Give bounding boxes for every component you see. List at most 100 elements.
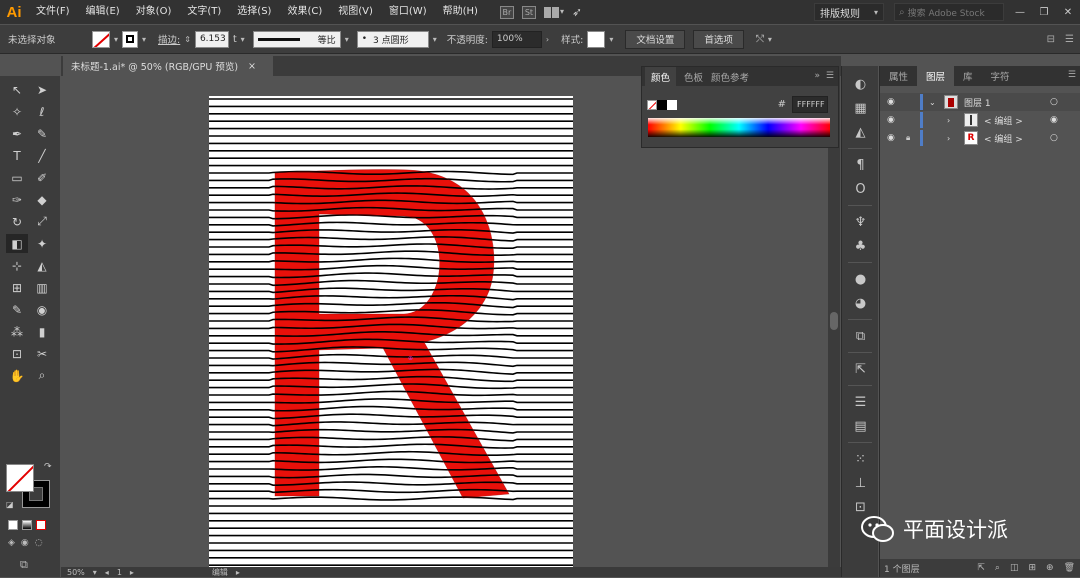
opentype-icon[interactable]: O — [842, 177, 879, 201]
menu-item[interactable]: 对象(O) — [128, 0, 180, 24]
expand-chevron-icon[interactable]: › — [947, 134, 950, 143]
zoom-tool-icon[interactable]: ⌕ — [31, 366, 53, 385]
close-button[interactable]: ✕ — [1056, 7, 1080, 18]
panel-menu-icon[interactable]: ☰ — [826, 71, 834, 81]
layer-row-group1[interactable]: ◉ › < 编组 > ◉ — [880, 111, 1080, 129]
shape-builder-tool-icon[interactable]: ◭ — [31, 256, 53, 275]
selection-tool-icon[interactable]: ↖ — [6, 80, 28, 99]
make-clip-mask-icon[interactable]: ◫ — [1010, 563, 1019, 573]
hex-input[interactable]: FFFFFF — [792, 96, 828, 113]
prev-page-icon[interactable]: ◂ — [105, 568, 109, 577]
group-name[interactable]: < 编组 > — [984, 114, 1023, 127]
opacity-input[interactable]: 100% — [491, 30, 542, 48]
align-panel-icon[interactable]: ☰ — [842, 390, 879, 414]
delete-layer-icon[interactable]: 🗑︎ — [1064, 563, 1075, 573]
preferences-button[interactable]: 首选项 — [693, 29, 744, 49]
layer-row-layer1[interactable]: ◉ ⌄ 图层 1 ○ — [880, 93, 1080, 111]
menu-item[interactable]: 选择(S) — [229, 0, 279, 24]
menu-item[interactable]: 文字(T) — [179, 0, 229, 24]
line-tool-icon[interactable]: ╱ — [31, 146, 53, 165]
color-spectrum[interactable] — [648, 118, 830, 137]
fill-color-box[interactable] — [6, 464, 34, 492]
status-mode[interactable]: 编辑 — [212, 567, 228, 578]
restore-button[interactable]: ❐ — [1032, 7, 1056, 18]
arrange-icon[interactable]: ⤲ — [756, 34, 764, 45]
minimize-button[interactable]: — — [1008, 7, 1032, 18]
stroke-icon[interactable]: ● — [842, 267, 879, 291]
stock-search-input[interactable]: ⌕ 搜索 Adobe Stock — [894, 3, 1004, 21]
gradient-tool-icon[interactable]: ▥ — [31, 278, 53, 297]
close-tab-icon[interactable]: × — [248, 61, 256, 72]
menu-item[interactable]: 效果(C) — [279, 0, 330, 24]
black-swatch[interactable] — [657, 99, 667, 110]
menu-item[interactable]: 编辑(E) — [78, 0, 128, 24]
paragraph-icon[interactable]: ¶ — [842, 153, 879, 177]
color-panel-icon[interactable]: ◐ — [842, 72, 879, 96]
rocket-icon[interactable]: ➶ — [572, 5, 582, 19]
scale-tool-icon[interactable]: ⤢ — [31, 212, 53, 231]
menu-item[interactable]: 文件(F) — [28, 0, 78, 24]
line-art-letter-r[interactable]: ⊕ — [209, 96, 573, 567]
stroke-weight-input[interactable]: 6.153 — [194, 30, 229, 48]
layer-row-group2[interactable]: ◉ 🔒︎ › R < 编组 > ○ — [880, 129, 1080, 147]
export-icon[interactable]: ⇱ — [842, 357, 879, 381]
collapse-chevron-icon[interactable]: ⌄ — [929, 98, 936, 107]
shaper-tool-icon[interactable]: ✑ — [6, 190, 28, 209]
stroke-label[interactable]: 描边: — [158, 32, 180, 46]
align-icon[interactable]: ⊟ — [1047, 34, 1055, 45]
status-arrow-icon[interactable]: ▸ — [236, 568, 240, 577]
panel-menu-icon[interactable]: ☰ — [1065, 34, 1074, 45]
lasso-tool-icon[interactable]: ℓ — [31, 102, 53, 121]
draw-normal-icon[interactable]: ◈ — [8, 538, 15, 548]
variable-width-profile[interactable]: 等比 — [252, 30, 341, 48]
brush-definition[interactable]: • 3 点圆形 — [356, 30, 429, 48]
slice-tool-icon[interactable]: ✂ — [31, 344, 53, 363]
new-layer-icon[interactable]: ⊕ — [1046, 563, 1054, 573]
group-name[interactable]: < 编组 > — [984, 132, 1023, 145]
symbol-sprayer-tool-icon[interactable]: ⁂ — [6, 322, 28, 341]
visibility-eye-icon[interactable]: ◉ — [887, 115, 895, 125]
eyedropper-tool-icon[interactable]: ✎ — [6, 300, 28, 319]
locate-object-icon[interactable]: ⌕ — [995, 563, 1000, 573]
layer-name[interactable]: 图层 1 — [964, 96, 991, 109]
pen-tool-icon[interactable]: ✒ — [6, 124, 28, 143]
column-graph-tool-icon[interactable]: ▮ — [31, 322, 53, 341]
visibility-eye-icon[interactable]: ◉ — [887, 133, 895, 143]
white-swatch[interactable] — [667, 99, 677, 110]
type-tool-icon[interactable]: T — [6, 146, 28, 165]
color-panel-tab[interactable]: 颜色参考 — [711, 70, 749, 84]
brushes-icon[interactable]: ♆ — [842, 210, 879, 234]
color-guide-icon[interactable]: ◭ — [842, 120, 879, 144]
rotate-tool-icon[interactable]: ↻ — [6, 212, 28, 231]
arrange-documents-icon[interactable]: ▾ — [543, 6, 564, 18]
visibility-eye-icon[interactable]: ◉ — [887, 97, 895, 107]
layers-panel-tab[interactable]: 库 — [954, 66, 982, 86]
fill-stroke-widget[interactable]: ↷ ◪ — [6, 462, 54, 512]
stock-icon[interactable]: St — [521, 5, 536, 19]
eraser-tool-icon[interactable]: ◆ — [31, 190, 53, 209]
menu-item[interactable]: 视图(V) — [330, 0, 381, 24]
rectangle-tool-icon[interactable]: ▭ — [6, 168, 28, 187]
menu-item[interactable]: 窗口(W) — [381, 0, 435, 24]
draw-behind-icon[interactable]: ◉ — [21, 538, 29, 548]
vertical-scrollbar[interactable] — [828, 76, 840, 567]
zoom-level[interactable]: 50% — [67, 568, 85, 577]
layers-panel-tab[interactable]: 图层 — [917, 66, 955, 86]
fill-swatch[interactable] — [92, 30, 110, 48]
screen-mode-icon[interactable]: ⧉ — [20, 558, 28, 572]
hand-tool-icon[interactable]: ✋ — [6, 366, 28, 385]
gradient-icon[interactable]: ▤ — [842, 414, 879, 438]
bridge-icon[interactable]: Br — [499, 5, 514, 19]
direct-selection-tool-icon[interactable]: ➤ — [31, 80, 53, 99]
collapse-panel-icon[interactable]: » — [814, 71, 820, 81]
target-icon[interactable]: ◉ — [1050, 115, 1058, 125]
menu-item[interactable]: 帮助(H) — [435, 0, 486, 24]
workspace-switcher[interactable]: 排版规则 ▾ — [814, 3, 884, 21]
next-page-icon[interactable]: ▸ — [130, 568, 134, 577]
none-mode-icon[interactable] — [36, 520, 46, 530]
curvature-tool-icon[interactable]: ✎ — [31, 124, 53, 143]
scroll-thumb[interactable] — [830, 312, 838, 330]
layers-menu-icon[interactable]: ☰ — [1068, 70, 1076, 80]
blend-tool-icon[interactable]: ◉ — [31, 300, 53, 319]
color-panel-tab[interactable]: 色板 — [684, 70, 703, 84]
